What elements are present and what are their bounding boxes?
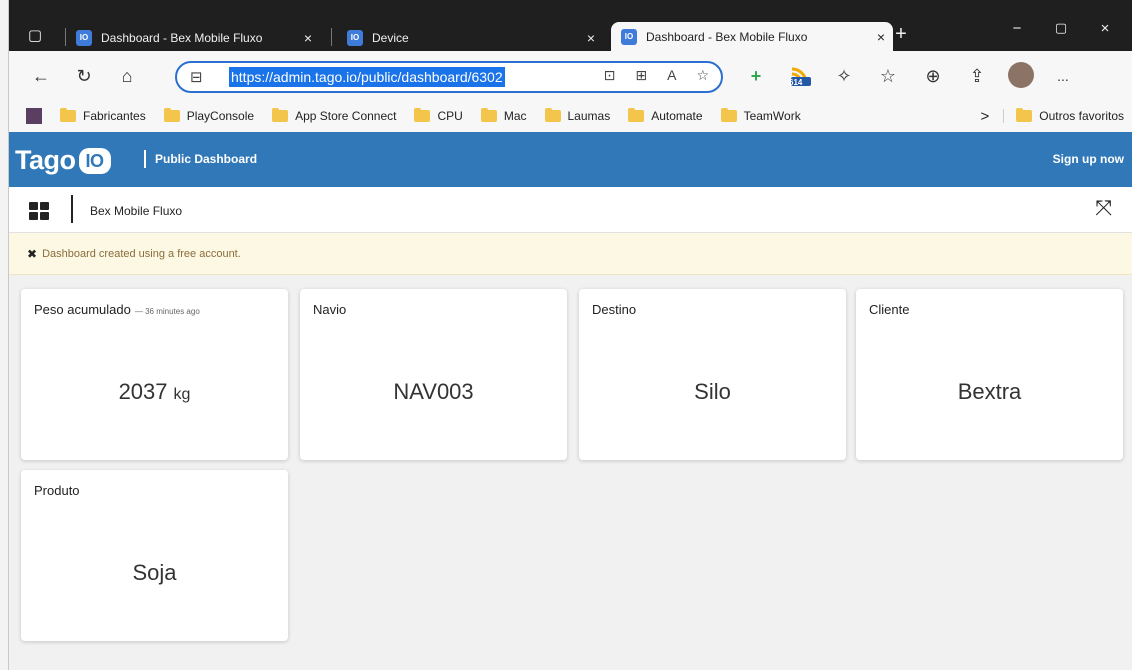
extensions-icon[interactable]: ✧ [832, 64, 856, 88]
qr-code-icon[interactable]: ⊞ [635, 67, 647, 84]
tab-device[interactable]: IO Device × [347, 24, 603, 51]
bookmark-other-favorites[interactable]: Outros favoritos [1003, 108, 1124, 123]
widget-value: 2037 kg [118, 379, 191, 404]
bookmark-app-icon[interactable] [26, 108, 42, 124]
folder-icon [163, 108, 180, 122]
sign-up-link[interactable]: Sign up now [1053, 152, 1124, 166]
profile-avatar[interactable] [1008, 62, 1034, 88]
bookmarks-more-icon[interactable]: > [981, 108, 990, 125]
address-bar-actions: ⊡ ⊞ A ☆ [604, 67, 709, 84]
tab-dashboard-1[interactable]: IO Dashboard - Bex Mobile Fluxo × [76, 24, 320, 51]
widget-label: Destino [592, 302, 637, 317]
tago-logo[interactable]: Tago IO [15, 145, 111, 176]
address-bar[interactable]: ⊟ https://admin.tago.io/public/dashboard… [175, 61, 723, 93]
widget-value: Bextra [957, 379, 1022, 404]
bookmark-cpu[interactable]: CPU [414, 108, 463, 123]
tab-separator [331, 28, 332, 46]
extension-plus-icon[interactable]: + [744, 64, 768, 88]
back-icon[interactable]: ← [29, 64, 53, 88]
minimize-icon[interactable]: − [999, 20, 1035, 37]
add-favorite-icon[interactable]: ☆ [696, 67, 709, 84]
widget-destino: Destino Silo [579, 289, 846, 460]
widget-time: — 36 minutes ago [134, 307, 200, 316]
workspaces-icon[interactable]: ▢ [23, 24, 47, 48]
fullscreen-icon[interactable]: ⤧ [1095, 197, 1112, 221]
favorites-icon[interactable]: ☆ [876, 64, 900, 88]
widget-navio: Navio NAV003 [300, 289, 567, 460]
browser-window: ▢ IO Dashboard - Bex Mobile Fluxo × IO D… [8, 0, 1132, 670]
widget-label: Cliente [869, 302, 910, 317]
tab-dashboard-active[interactable]: IO Dashboard - Bex Mobile Fluxo × [611, 22, 893, 51]
header-divider [144, 150, 146, 168]
bookmark-teamwork[interactable]: TeamWork [720, 108, 801, 123]
dashboard-divider [71, 195, 73, 223]
close-window-icon[interactable]: × [1087, 20, 1123, 37]
maximize-icon[interactable]: ▢ [1043, 20, 1079, 36]
widget-value: Soja [132, 560, 177, 585]
free-account-notice: ✖ Dashboard created using a free account… [9, 233, 1132, 275]
dashboard-title: Bex Mobile Fluxo [90, 204, 183, 218]
bookmarks-bar: Fabricantes PlayConsole App Store Connec… [9, 100, 1132, 132]
bookmark-playconsole[interactable]: PlayConsole [163, 108, 254, 123]
tago-icon: IO [621, 28, 637, 45]
notice-text: Dashboard created using a free account. [42, 247, 241, 260]
bookmark-automate[interactable]: Automate [628, 108, 703, 123]
share-icon[interactable]: ⇪ [965, 64, 989, 88]
folder-icon [720, 108, 737, 122]
dismiss-notice-icon[interactable]: ✖ [27, 247, 37, 261]
more-menu-icon[interactable]: ... [1051, 64, 1075, 88]
read-aloud-icon[interactable]: A [667, 67, 676, 84]
folder-icon [1016, 108, 1033, 122]
bookmark-mac[interactable]: Mac [480, 108, 527, 123]
dashboard-bar: Bex Mobile Fluxo ⤧ [9, 187, 1132, 233]
address-url[interactable]: https://admin.tago.io/public/dashboard/6… [229, 67, 505, 87]
folder-icon [272, 108, 289, 122]
lock-icon[interactable]: ⊟ [190, 68, 203, 86]
new-tab-button[interactable]: + [883, 23, 919, 46]
folder-icon [480, 108, 497, 122]
widget-peso-acumulado: Peso acumulado — 36 minutes ago 2037 kg [21, 289, 288, 460]
public-dashboard-label: Public Dashboard [155, 152, 258, 166]
bookmark-fabricantes[interactable]: Fabricantes [60, 108, 146, 123]
tago-header: Tago IO Public Dashboard Sign up now [9, 132, 1132, 187]
tab-separator [65, 28, 66, 46]
widget-label: Navio [313, 302, 347, 317]
tab-title: Dashboard - Bex Mobile Fluxo [101, 30, 263, 45]
collections-icon[interactable]: ⊕ [921, 64, 945, 88]
rss-extension-icon[interactable]: 614 [788, 64, 812, 88]
close-tab-icon[interactable]: × [587, 30, 595, 46]
tab-title: Dashboard - Bex Mobile Fluxo [646, 29, 808, 44]
folder-icon [628, 108, 645, 122]
widget-produto: Produto Soja [21, 470, 288, 641]
bookmark-app-store-connect[interactable]: App Store Connect [272, 108, 396, 123]
tab-title: Device [372, 30, 409, 45]
browser-toolbar: ← ↻ ⌂ ⊟ https://admin.tago.io/public/das… [9, 51, 1132, 100]
widget-unit: kg [173, 386, 191, 403]
widget-label: Peso acumulado — 36 minutes ago [34, 302, 200, 317]
tago-icon: IO [76, 29, 92, 46]
widget-value: NAV003 [393, 379, 474, 404]
widget-value: Silo [694, 379, 731, 404]
extension-badge: 614 [789, 78, 803, 87]
widget-cliente: Cliente Bextra [856, 289, 1123, 460]
folder-icon [414, 108, 431, 122]
app-available-icon[interactable]: ⊡ [604, 67, 616, 84]
bookmark-laumas[interactable]: Laumas [544, 108, 610, 123]
home-icon[interactable]: ⌂ [115, 64, 139, 88]
browser-titlebar: ▢ IO Dashboard - Bex Mobile Fluxo × IO D… [9, 0, 1132, 51]
folder-icon [544, 108, 561, 122]
widget-label: Produto [34, 483, 80, 498]
dashboards-grid-icon[interactable] [29, 202, 49, 220]
tago-icon: IO [347, 29, 363, 46]
folder-icon [60, 108, 76, 122]
close-tab-icon[interactable]: × [304, 30, 312, 46]
refresh-icon[interactable]: ↻ [72, 64, 96, 88]
